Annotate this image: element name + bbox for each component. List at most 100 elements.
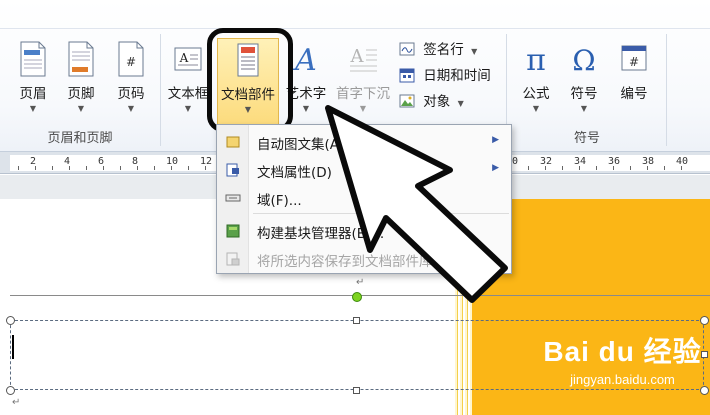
submenu-arrow-icon: ▶ (492, 135, 499, 145)
quick-parts-dropdown: 自动图文集(A) ▶ 文档属性(D) ▶ 域(F)... 构建基块管理器(B).… (216, 124, 512, 274)
ruler-tick (18, 166, 19, 170)
chevron-down-icon: ▼ (29, 104, 37, 113)
symbols-group-label: 符号 (573, 131, 600, 146)
ruler-number: 32 (540, 156, 553, 167)
chevron-down-icon: ▼ (302, 104, 310, 113)
ruler-number: 34 (574, 156, 587, 167)
group-separator (666, 34, 667, 146)
building-blocks-icon (226, 224, 240, 238)
svg-text:A: A (292, 43, 317, 78)
textbox-button[interactable]: A 文本框 ▼ (163, 38, 213, 134)
resize-handle[interactable] (353, 387, 360, 394)
ruler-tick (86, 166, 87, 170)
number-button[interactable]: # 编号 (609, 38, 659, 134)
ruler-tick (562, 166, 563, 170)
page-number-button[interactable]: # 页码 ▼ (106, 38, 156, 134)
object-button[interactable]: 对象 ▼ (399, 90, 464, 112)
chevron-down-icon: ▼ (77, 104, 85, 113)
omega-symbol-icon: Ω (572, 44, 595, 77)
chevron-down-icon: ▼ (532, 104, 540, 113)
header-button-label: 页眉 (19, 86, 47, 102)
quick-parts-button[interactable]: 文档部件 ▼ (217, 38, 279, 134)
menu-item-building-blocks[interactable]: 构建基块管理器(B)... (217, 218, 511, 244)
menu-item-doc-property[interactable]: 文档属性(D) ▶ (217, 157, 511, 183)
menu-item-label: 构建基块管理器(B)... (257, 226, 385, 242)
field-icon (225, 194, 241, 202)
paragraph-mark-icon: ↵ (12, 397, 21, 408)
svg-text:A: A (350, 46, 365, 67)
chevron-down-icon: ▼ (457, 99, 464, 108)
submenu-arrow-icon: ▶ (492, 163, 499, 173)
page-number-icon: # (118, 41, 144, 77)
menu-item-label: 自动图文集(A) (257, 137, 345, 153)
quick-parts-icon (237, 43, 259, 77)
watermark-logo: Bai du 经验 (543, 336, 702, 367)
signature-line-icon (399, 42, 415, 56)
equation-button-label: 公式 (522, 86, 550, 102)
textbox-button-label: 文本框 (167, 86, 209, 102)
chevron-down-icon: ▼ (359, 104, 367, 113)
menu-separator (253, 213, 509, 214)
symbol-button-label: 符号 (570, 86, 598, 102)
signature-line-label: 签名行 (423, 42, 464, 58)
chevron-down-icon: ▼ (184, 104, 192, 113)
resize-handle[interactable] (700, 316, 709, 325)
menu-item-save-selection[interactable]: 将所选内容保存到文档部件库(S)... (217, 246, 511, 272)
ruler-tick (630, 166, 631, 170)
drop-cap-icon: A (350, 46, 377, 72)
watermark-url: jingyan.baidu.com (570, 372, 675, 387)
textbox-icon: A (174, 47, 202, 71)
save-selection-icon (226, 252, 240, 266)
menu-item-autotext[interactable]: 自动图文集(A) ▶ (217, 129, 511, 155)
chevron-down-icon: ▼ (127, 104, 135, 113)
ruler-tick (52, 166, 53, 170)
ribbon-tab-divider (0, 28, 710, 29)
autotext-icon (226, 136, 240, 148)
pi-equation-icon: π (526, 43, 546, 78)
resize-handle[interactable] (353, 317, 360, 324)
drop-cap-button[interactable]: A 首字下沉 ▼ (333, 38, 393, 134)
object-label: 对象 (423, 94, 451, 110)
menu-item-field[interactable]: 域(F)... (217, 185, 511, 211)
ruler-tick (154, 166, 155, 170)
chevron-down-icon: ▼ (244, 105, 252, 114)
svg-text:π: π (526, 43, 546, 78)
text-cursor (12, 335, 14, 359)
header-footer-group: 页眉 ▼ 页脚 ▼ # 页码 ▼ 页眉和页脚 (0, 30, 160, 150)
date-time-button[interactable]: 日期和时间 (399, 64, 491, 86)
ruler-tick (120, 166, 121, 170)
ruler-number: 2 (30, 156, 37, 167)
equation-button[interactable]: π 公式 ▼ (511, 38, 561, 134)
footer-button[interactable]: 页脚 ▼ (56, 38, 106, 134)
signature-line-button[interactable]: 签名行 ▼ (399, 38, 477, 60)
number-button-label: 编号 (620, 86, 648, 102)
object-icon (399, 94, 415, 108)
rotation-handle[interactable] (352, 292, 362, 302)
quick-parts-button-label: 文档部件 (221, 87, 275, 103)
symbol-button[interactable]: Ω 符号 ▼ (559, 38, 609, 134)
ruler-number: 12 (200, 156, 213, 167)
ruler-tick (188, 166, 189, 170)
menu-item-label: 域(F)... (257, 193, 302, 209)
header-button[interactable]: 页眉 ▼ (8, 38, 58, 134)
header-page-icon (20, 41, 46, 77)
chevron-down-icon: ▼ (580, 104, 588, 113)
resize-handle[interactable] (6, 316, 15, 325)
date-time-label: 日期和时间 (423, 68, 491, 84)
ruler-tick (664, 166, 665, 170)
ruler-number: 6 (98, 156, 105, 167)
menu-item-label: 将所选内容保存到文档部件库(S)... (257, 254, 465, 270)
wordart-button[interactable]: A 艺术字 ▼ (281, 38, 331, 134)
menu-item-label: 文档属性(D) (257, 165, 332, 181)
ruler-number: 38 (642, 156, 655, 167)
ruler-tick (528, 166, 529, 170)
wordart-button-label: 艺术字 (285, 86, 327, 102)
doc-property-icon (226, 163, 239, 177)
ruler-tick (596, 166, 597, 170)
svg-text:#: # (126, 55, 136, 69)
resize-handle[interactable] (6, 386, 15, 395)
ruler-number: 10 (166, 156, 179, 167)
date-time-icon (399, 68, 415, 83)
svg-text:A: A (179, 51, 189, 65)
wordart-icon: A (292, 43, 317, 78)
